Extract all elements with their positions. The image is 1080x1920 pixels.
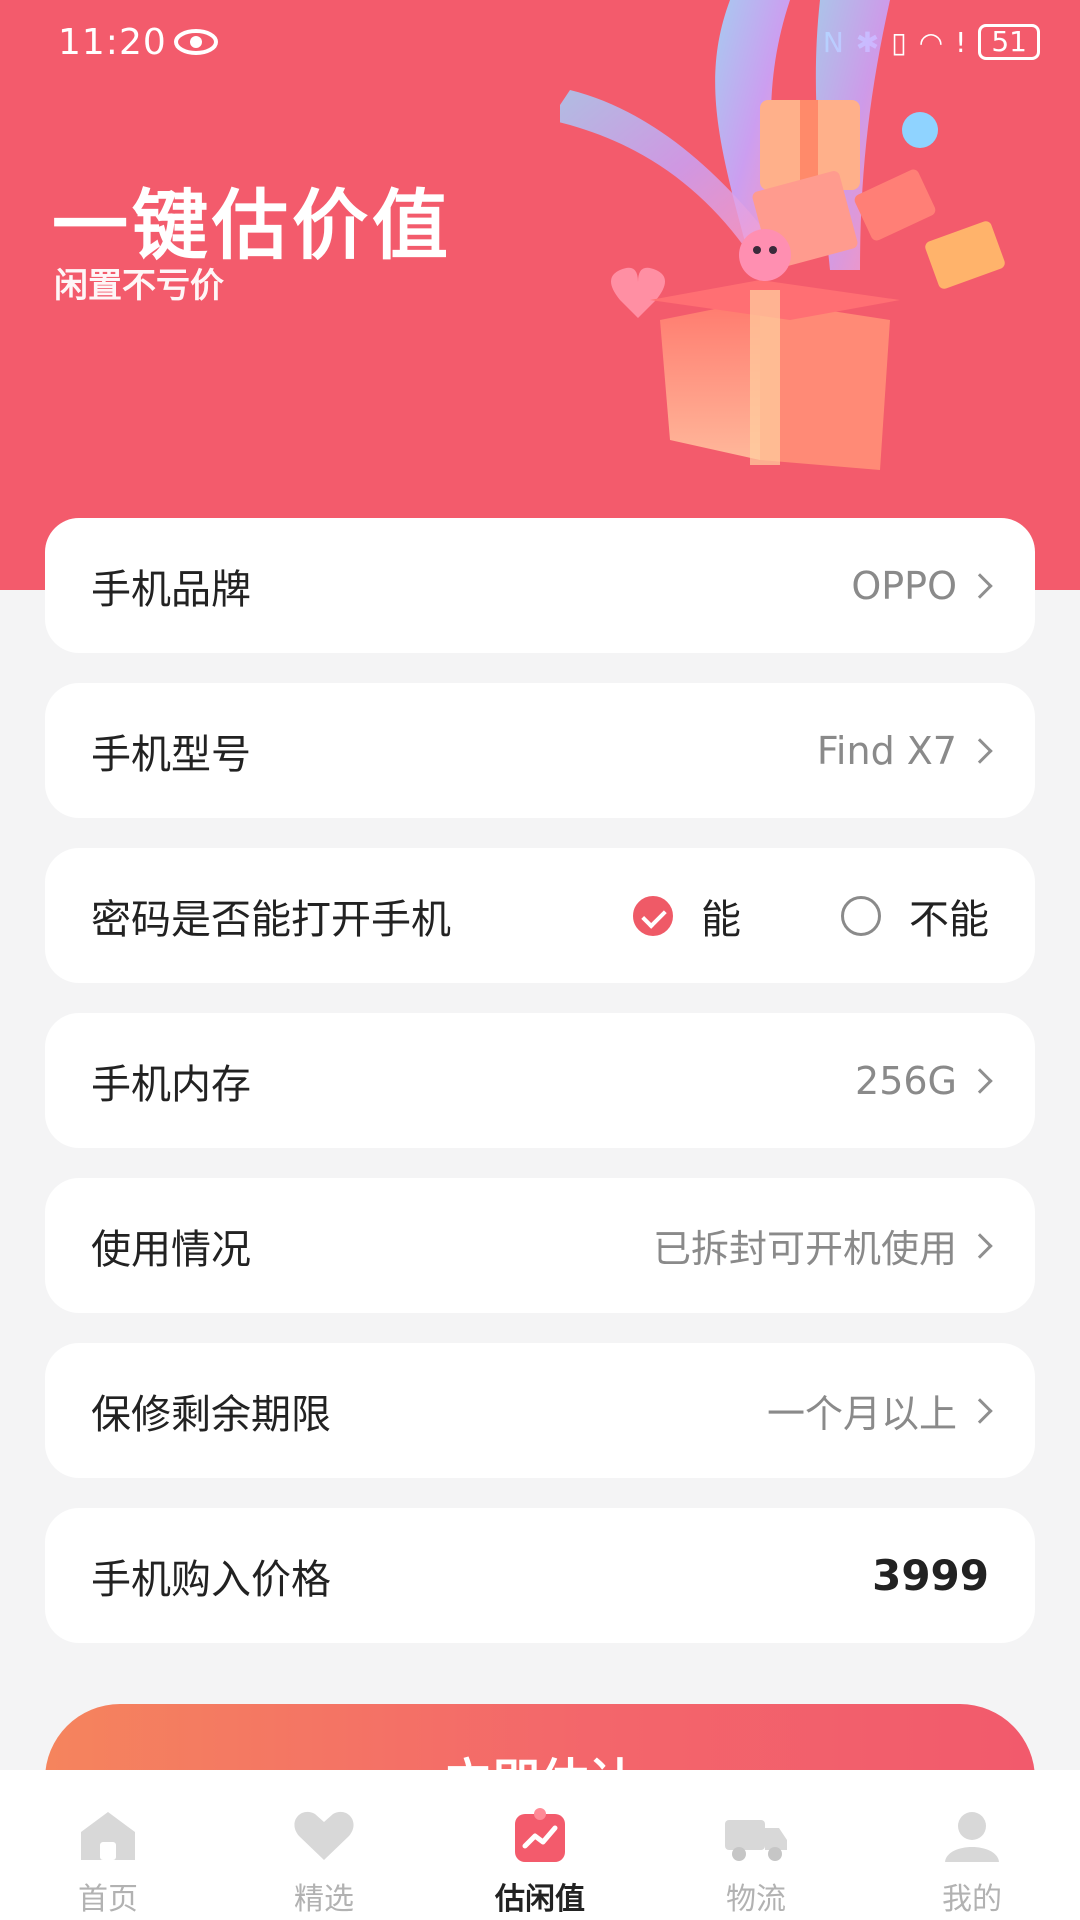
password-label: 密码是否能打开手机 [91,896,451,943]
model-label: 手机型号 [91,731,251,778]
tab-featured[interactable]: 精选 [234,1806,414,1918]
password-option-yes-label: 能 [701,896,741,943]
profile-icon [945,1812,999,1862]
warranty-value[interactable]: 一个月以上 [766,1383,993,1438]
chevron-right-icon [967,1067,993,1094]
brand-row[interactable]: 手机品牌 OPPO [45,518,1035,653]
model-row[interactable]: 手机型号 Find X7 [45,683,1035,818]
condition-value[interactable]: 已拆封可开机使用 [652,1218,993,1273]
storage-label: 手机内存 [91,1061,251,1108]
truck-icon [725,1820,787,1861]
bottom-tab-bar: 首页 精选 估闲值 物流 我的 [0,1770,1080,1920]
condition-value-text: 已拆封可开机使用 [652,1227,957,1271]
brand-value-text: OPPO [851,563,957,608]
warranty-value-text: 一个月以上 [766,1392,957,1436]
tab-home-label: 首页 [78,1882,138,1917]
price-row[interactable]: 手机购入价格 3999 [45,1508,1035,1643]
brand-label: 手机品牌 [91,566,251,613]
heart-icon [294,1811,354,1860]
tab-home[interactable]: 首页 [18,1806,198,1918]
warranty-row[interactable]: 保修剩余期限 一个月以上 [45,1343,1035,1478]
warranty-label: 保修剩余期限 [91,1391,331,1438]
tab-profile[interactable]: 我的 [882,1806,1062,1918]
price-label: 手机购入价格 [91,1556,331,1603]
password-option-no[interactable]: 不能 [841,887,989,945]
condition-row[interactable]: 使用情况 已拆封可开机使用 [45,1178,1035,1313]
password-radio-group: 能 不能 [597,887,989,945]
tab-profile-label: 我的 [942,1882,1002,1917]
home-icon [81,1812,135,1860]
chevron-right-icon [967,1397,993,1424]
tab-logistics[interactable]: 物流 [666,1806,846,1918]
gift-box-illustration [560,0,1005,470]
condition-label: 使用情况 [91,1226,251,1273]
storage-value-text: 256G [855,1058,957,1103]
model-value-text: Find X7 [816,728,957,773]
password-row: 密码是否能打开手机 能 不能 [45,848,1035,983]
chevron-right-icon [967,572,993,599]
radio-unchecked-icon [841,895,881,936]
storage-value[interactable]: 256G [855,1058,993,1103]
storage-row[interactable]: 手机内存 256G [45,1013,1035,1148]
price-input[interactable]: 3999 [872,1551,989,1600]
radio-checked-icon [633,895,673,936]
eye-icon [174,29,218,55]
password-option-yes[interactable]: 能 [633,887,741,945]
tab-estimate-label: 估闲值 [495,1882,585,1917]
estimate-icon [515,1808,565,1862]
tab-featured-label: 精选 [294,1882,354,1917]
brand-value[interactable]: OPPO [851,563,993,608]
chevron-right-icon [967,737,993,764]
password-option-no-label: 不能 [909,896,989,943]
status-time: 11:20 [58,22,167,63]
tab-logistics-label: 物流 [726,1882,786,1917]
page-subtitle: 闲置不亏价 [54,266,224,306]
hero-banner: 11:20 N ✱ ▯ ◠ ! 51 一键估价值 闲置不亏价 [0,0,1080,590]
tab-estimate[interactable]: 估闲值 [450,1806,630,1918]
chevron-right-icon [967,1232,993,1259]
model-value[interactable]: Find X7 [816,728,993,773]
